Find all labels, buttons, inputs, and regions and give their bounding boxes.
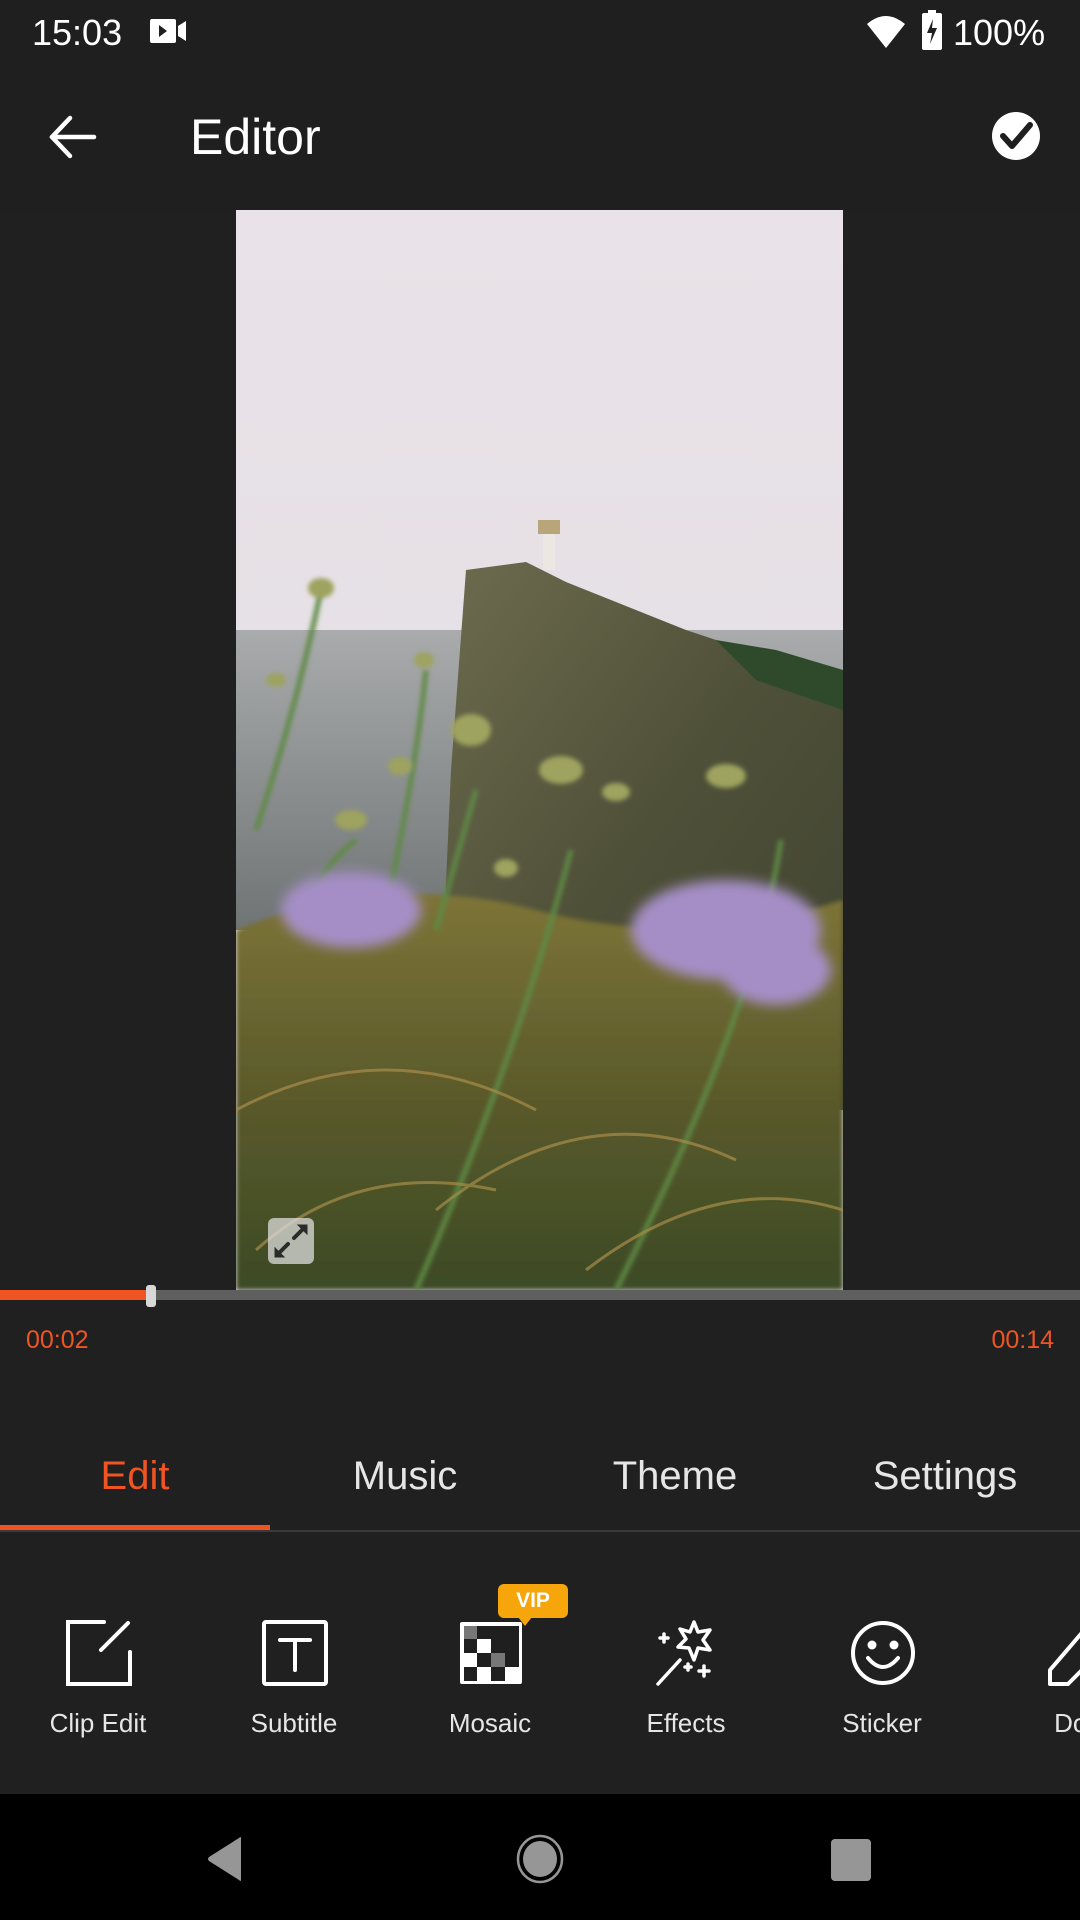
- check-circle-icon: [992, 112, 1040, 160]
- magic-wand-icon: [656, 1620, 712, 1686]
- editor-tabs: Edit Music Theme Settings: [0, 1440, 1080, 1532]
- wifi-icon: [867, 16, 905, 48]
- expand-icon: [274, 1224, 308, 1258]
- tool-label: Effects: [646, 1708, 726, 1738]
- tool-effects[interactable]: Effects: [588, 1560, 784, 1760]
- back-button[interactable]: [40, 110, 108, 164]
- tool-sticker[interactable]: Sticker: [784, 1560, 980, 1760]
- seek-bar-progress: [0, 1290, 152, 1300]
- video-frame-image: [236, 210, 843, 1290]
- vip-badge: VIP: [498, 1584, 568, 1618]
- screen-record-icon: [150, 19, 186, 43]
- nav-home-icon[interactable]: [516, 1834, 564, 1884]
- status-time: 15:03: [32, 12, 123, 53]
- nav-recents-icon[interactable]: [830, 1838, 872, 1882]
- seek-bar-thumb[interactable]: [146, 1285, 157, 1307]
- tab-edit[interactable]: Edit: [0, 1440, 270, 1532]
- tool-label: Sticker: [842, 1708, 922, 1738]
- fullscreen-button[interactable]: [268, 1218, 314, 1264]
- tab-theme[interactable]: Theme: [540, 1440, 810, 1532]
- total-time: 00:14: [991, 1326, 1054, 1354]
- mosaic-icon: [460, 1622, 522, 1684]
- pencil-icon: [1048, 1631, 1080, 1686]
- tool-clip-edit[interactable]: Clip Edit: [0, 1560, 196, 1760]
- current-time: 00:02: [26, 1326, 89, 1354]
- arrow-left-icon: [49, 115, 97, 159]
- text-box-icon: [262, 1620, 328, 1686]
- tool-label: Doo: [1054, 1708, 1080, 1738]
- vip-badge-pointer: [518, 1617, 532, 1626]
- tool-doodle[interactable]: Doo: [980, 1560, 1080, 1760]
- tool-label: Clip Edit: [49, 1708, 147, 1738]
- tool-label: Subtitle: [250, 1708, 338, 1738]
- system-nav-bar: [0, 1794, 1080, 1920]
- smiley-icon: [851, 1621, 915, 1685]
- tab-settings[interactable]: Settings: [810, 1440, 1080, 1532]
- clip-edit-icon: [66, 1620, 132, 1686]
- video-preview[interactable]: [236, 210, 843, 1290]
- tab-divider: [0, 1530, 1080, 1532]
- tool-label: Mosaic: [448, 1708, 532, 1738]
- battery-percent: 100%: [953, 12, 1046, 53]
- nav-back-icon[interactable]: [205, 1836, 245, 1882]
- tab-music[interactable]: Music: [270, 1440, 540, 1532]
- app-bar: [0, 64, 1080, 210]
- seek-bar[interactable]: [0, 1285, 1080, 1307]
- battery-charging-icon: [922, 10, 942, 50]
- confirm-button[interactable]: [990, 110, 1042, 162]
- tool-subtitle[interactable]: Subtitle: [196, 1560, 392, 1760]
- page-title: Editor: [190, 109, 321, 165]
